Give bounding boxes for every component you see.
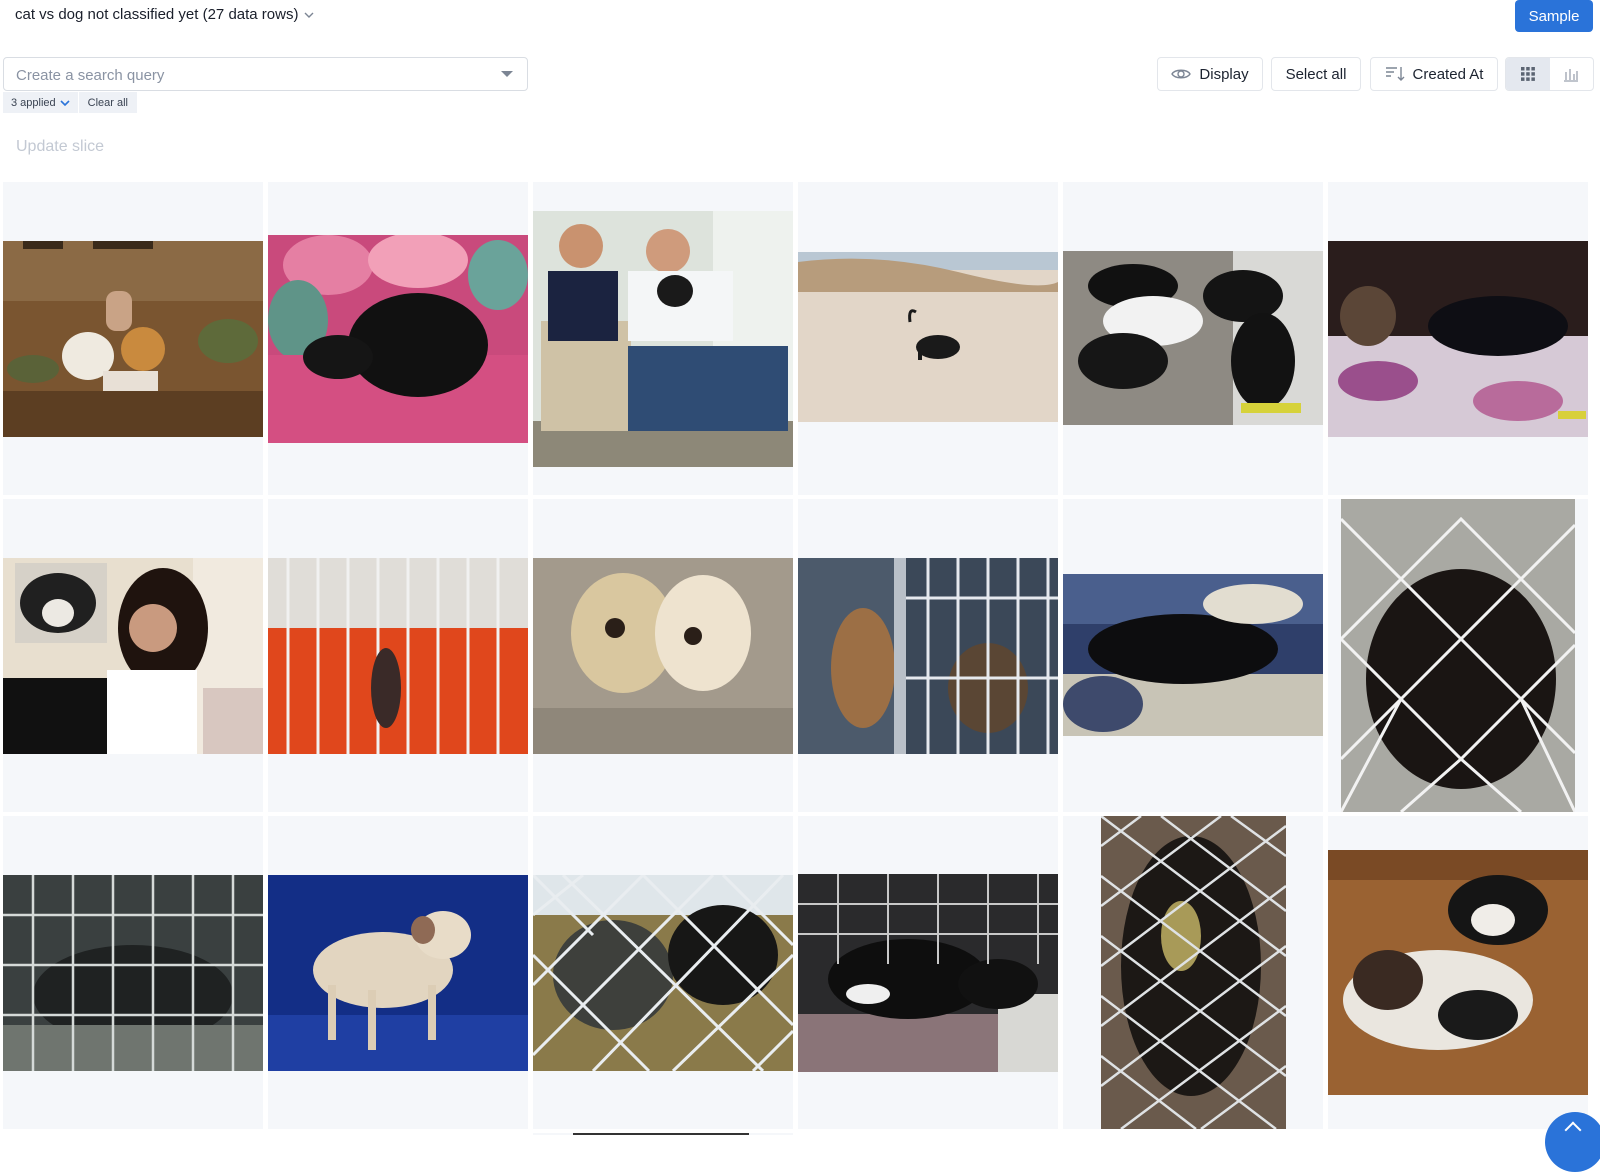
sort-button[interactable]: Created At [1370,57,1498,91]
gallery-item[interactable] [533,816,793,1129]
view-toggle [1505,57,1594,91]
thumbnail-image [798,558,1058,754]
sort-descending-icon [1385,67,1405,81]
applied-filters-label: 3 applied [11,96,56,109]
grid-view-button[interactable] [1506,58,1550,90]
gallery-item[interactable] [268,816,528,1129]
thumbnail-image [798,252,1058,422]
gallery-item[interactable] [268,499,528,812]
gallery-item[interactable] [3,499,263,812]
gallery-item[interactable] [268,182,528,495]
eye-icon [1171,69,1192,79]
gallery-item[interactable] [1328,499,1588,812]
thumbnail-image [1341,499,1575,812]
clear-all-button[interactable]: Clear all [78,92,138,113]
slice-title: cat vs dog not classified yet (27 data r… [15,6,299,23]
thumbnail-image [533,875,793,1071]
thumbnail-image [1101,816,1286,1129]
gallery-item[interactable] [1063,182,1323,495]
top-bar: cat vs dog not classified yet (27 data r… [0,0,1600,34]
search-query-box[interactable] [3,57,528,91]
sample-button[interactable]: Sample [1515,0,1593,32]
bar-chart-icon [1564,69,1579,82]
display-label: Display [1199,65,1249,83]
slice-selector[interactable]: cat vs dog not classified yet (27 data r… [15,6,314,23]
chevron-up-icon [1564,1121,1582,1139]
gallery-item[interactable] [1328,182,1588,495]
thumbnail-image [268,235,528,443]
gallery-item[interactable] [798,182,1058,495]
select-all-label: Select all [1285,65,1347,83]
data-row-gallery [3,182,1593,1135]
thumbnail-image [3,558,263,754]
gallery-item[interactable] [1063,499,1323,812]
display-button[interactable]: Display [1157,57,1263,91]
applied-filters-chip[interactable]: 3 applied [3,92,79,113]
gallery-item[interactable] [3,182,263,495]
thumbnail-image [533,558,793,754]
search-input[interactable] [16,65,486,85]
sort-label: Created At [1412,65,1484,83]
thumbnail-image [3,241,263,437]
thumbnail-image [1063,574,1323,736]
gallery-item[interactable] [1063,816,1323,1129]
thumbnail-image [1328,241,1588,437]
gallery-item[interactable] [798,816,1058,1129]
grid-icon [1520,67,1535,81]
gallery-item[interactable] [533,499,793,812]
filter-chips: 3 applied Clear all [3,92,138,113]
chevron-down-icon [60,99,70,106]
chart-view-button[interactable] [1550,58,1594,90]
select-all-button[interactable]: Select all [1271,57,1361,91]
scroll-to-top-button[interactable] [1545,1112,1600,1172]
gallery-item[interactable] [3,816,263,1129]
thumbnail-image [268,558,528,754]
chevron-down-icon [304,12,314,18]
thumbnail-image [268,875,528,1071]
thumbnail-image [798,874,1058,1072]
thumbnail-image [533,211,793,467]
caret-down-icon[interactable] [501,71,513,77]
update-slice-button[interactable]: Update slice [16,138,104,156]
thumbnail-image [1063,251,1323,425]
thumbnail-image [1328,850,1588,1095]
gallery-item[interactable] [533,182,793,495]
thumbnail-image [3,875,263,1071]
gallery-item[interactable] [1328,816,1588,1129]
gallery-item[interactable] [798,499,1058,812]
